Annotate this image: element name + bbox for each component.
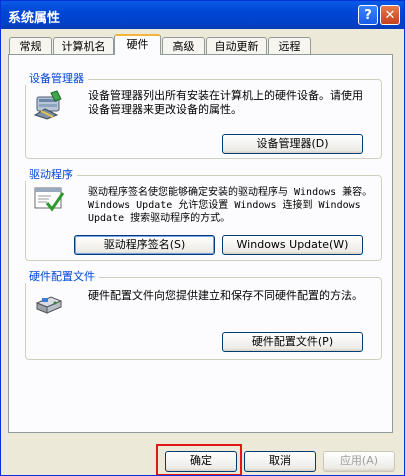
- hardware-profiles-button[interactable]: 硬件配置文件(P): [222, 332, 363, 352]
- tab-general[interactable]: 常规: [9, 37, 52, 54]
- device-manager-icon: [33, 90, 62, 120]
- device-manager-description: 设备管理器列出所有安装在计算机上的硬件设备。请使用设备管理器来更改设备的属性。: [88, 89, 363, 116]
- drivers-legend: 驱动程序: [25, 168, 77, 181]
- ok-button-highlight: [156, 444, 242, 475]
- driver-signing-button[interactable]: 驱动程序签名(S): [74, 235, 215, 255]
- hardware-profile-icon: [35, 296, 63, 314]
- drivers-description: 驱动程序签名使您能够确定安装的驱动程序与 Windows 兼容。Windows …: [88, 187, 373, 224]
- help-button[interactable]: ?: [358, 5, 378, 25]
- system-properties-window: 系统属性 ? ✕ 常规 计算机名 硬件 高级 自动更新 远程 设备管理器 设备管…: [0, 0, 405, 476]
- device-manager-button[interactable]: 设备管理器(D): [222, 134, 363, 154]
- tab-hardware[interactable]: 硬件: [114, 34, 161, 55]
- hardware-profiles-description: 硬件配置文件向您提供建立和保存不同硬件配置的方法。: [88, 289, 363, 302]
- tab-advanced[interactable]: 高级: [162, 37, 205, 54]
- driver-signing-icon: [34, 187, 65, 212]
- window-title: 系统属性: [8, 11, 61, 26]
- tab-computer-name[interactable]: 计算机名: [53, 37, 114, 54]
- close-button[interactable]: ✕: [380, 5, 400, 25]
- windows-update-button[interactable]: Windows Update(W): [222, 235, 363, 255]
- tab-automatic-updates[interactable]: 自动更新: [206, 37, 267, 54]
- hardware-tab-panel: 设备管理器 设备管理器列出所有安装在计算机上的硬件设备。请使用设备管理器来更改设…: [8, 54, 393, 433]
- apply-button[interactable]: 应用(A): [323, 451, 395, 472]
- tab-remote[interactable]: 远程: [268, 37, 311, 54]
- title-bar[interactable]: 系统属性 ? ✕: [1, 1, 404, 29]
- hardware-profiles-legend: 硬件配置文件: [25, 270, 99, 283]
- cancel-button[interactable]: 取消: [244, 451, 316, 472]
- device-manager-legend: 设备管理器: [25, 72, 88, 85]
